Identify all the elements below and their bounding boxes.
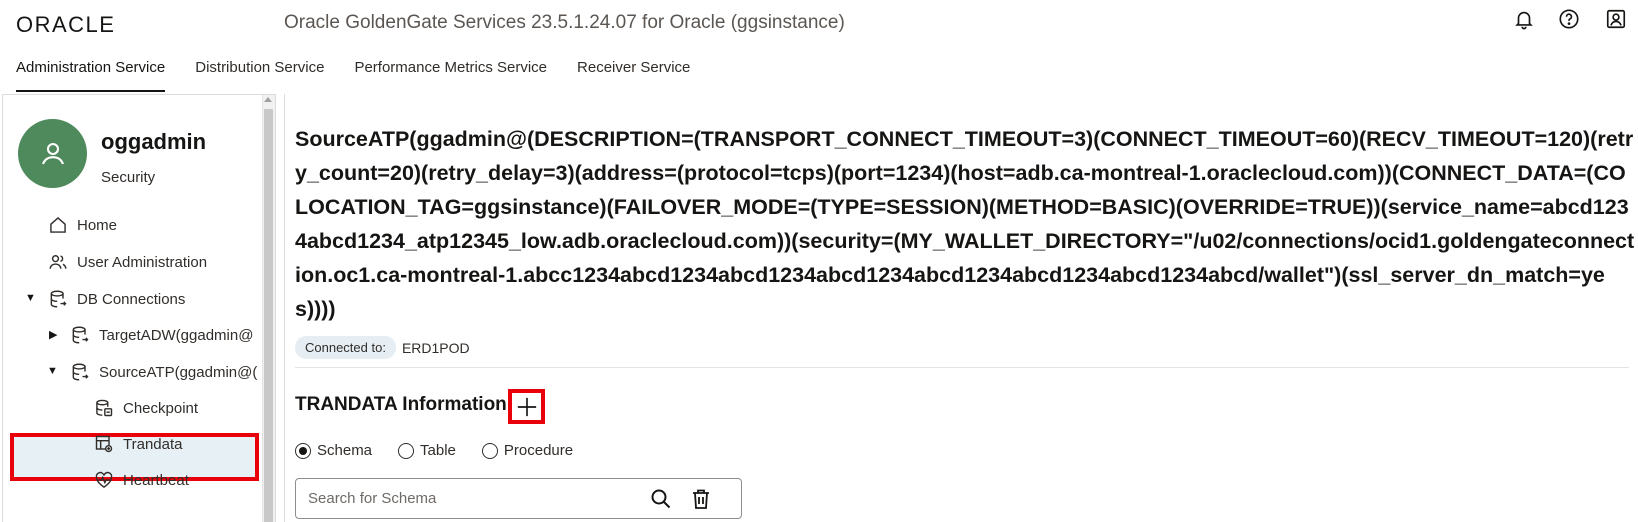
scrollbar-thumb[interactable]	[264, 109, 273, 522]
trandata-section-title: TRANDATA Information	[295, 394, 507, 415]
sidebar-item-user-administration[interactable]: User Administration	[47, 247, 207, 277]
bell-icon[interactable]	[1513, 8, 1535, 30]
chevron-down-icon[interactable]: ▼	[25, 292, 36, 304]
trandata-icon	[93, 433, 115, 455]
oracle-logo[interactable]: ORACLE	[16, 12, 115, 38]
add-trandata-button[interactable]	[508, 389, 545, 424]
schema-search-box	[295, 478, 742, 519]
connected-to-row: Connected to: ERD1POD	[295, 336, 470, 359]
sidebar-item-checkpoint[interactable]: Checkpoint	[93, 393, 198, 423]
plus-icon	[517, 397, 536, 416]
trandata-type-radio-group: Schema Table Procedure	[295, 442, 599, 459]
tab-distribution-service[interactable]: Distribution Service	[195, 56, 324, 92]
app-header: ORACLE Oracle GoldenGate Services 23.5.1…	[0, 0, 1638, 92]
chevron-right-icon[interactable]: ▶	[49, 328, 57, 341]
tab-performance-metrics-service[interactable]: Performance Metrics Service	[354, 56, 547, 92]
sidebar: oggadmin Security Home User Administrati…	[2, 94, 276, 522]
database-icon	[47, 288, 69, 310]
main-content: SourceATP(ggadmin@(DESCRIPTION=(TRANSPOR…	[284, 94, 1638, 522]
divider	[295, 367, 1629, 368]
sidebar-item-label: SourceATP(ggadmin@(	[99, 363, 258, 381]
tab-receiver-service[interactable]: Receiver Service	[577, 56, 690, 92]
checkpoint-icon	[93, 397, 115, 419]
user-role: Security	[101, 169, 156, 186]
radio-label: Table	[420, 442, 456, 459]
heartbeat-icon	[93, 469, 115, 491]
user-name: oggadmin	[101, 129, 207, 154]
sidebar-item-label: Home	[77, 216, 118, 234]
sidebar-item-home[interactable]: Home	[47, 210, 117, 240]
help-icon[interactable]	[1558, 8, 1580, 30]
user-avatar-icon	[41, 142, 64, 164]
radio-table[interactable]: Table	[398, 442, 456, 459]
radio-button[interactable]	[398, 442, 415, 459]
scroll-up-icon[interactable]	[264, 97, 272, 102]
sidebar-item-targetadw[interactable]: TargetADW(ggadmin@	[69, 320, 253, 350]
user-account-icon[interactable]	[1605, 8, 1627, 30]
sidebar-item-trandata[interactable]: Trandata	[93, 429, 182, 459]
radio-button-checked[interactable]	[295, 442, 311, 459]
database-icon	[69, 361, 91, 383]
avatar	[18, 119, 87, 188]
connected-to-value: ERD1POD	[401, 339, 470, 356]
search-icon[interactable]	[649, 487, 673, 511]
sidebar-item-db-connections[interactable]: DB Connections	[47, 284, 185, 314]
database-icon	[69, 324, 91, 346]
sidebar-item-label: TargetADW(ggadmin@	[99, 326, 254, 344]
delete-icon[interactable]	[689, 487, 713, 511]
users-icon	[47, 251, 69, 273]
sidebar-scrollbar[interactable]	[262, 95, 275, 522]
sidebar-item-label: DB Connections	[77, 290, 186, 308]
sidebar-item-label: User Administration	[77, 253, 208, 271]
sidebar-item-label: Heartbeat	[123, 471, 189, 489]
sidebar-item-label: Checkpoint	[123, 399, 199, 417]
connected-to-badge: Connected to:	[295, 336, 396, 359]
schema-search-input[interactable]	[296, 480, 636, 517]
app-title: Oracle GoldenGate Services 23.5.1.24.07 …	[284, 12, 845, 33]
chevron-down-icon[interactable]: ▼	[47, 365, 58, 377]
service-tabs: Administration Service Distribution Serv…	[16, 56, 720, 92]
radio-schema[interactable]: Schema	[295, 442, 372, 459]
radio-label: Schema	[317, 442, 373, 459]
sidebar-item-sourceatp[interactable]: SourceATP(ggadmin@(	[69, 357, 257, 387]
connection-title: SourceATP(ggadmin@(DESCRIPTION=(TRANSPOR…	[295, 127, 1635, 321]
home-icon	[47, 214, 69, 236]
radio-button[interactable]	[481, 442, 498, 459]
sidebar-item-heartbeat[interactable]: Heartbeat	[93, 465, 189, 495]
tab-administration-service[interactable]: Administration Service	[16, 56, 166, 92]
sidebar-item-label: Trandata	[123, 435, 183, 453]
radio-procedure[interactable]: Procedure	[481, 442, 574, 459]
radio-label: Procedure	[503, 442, 574, 459]
